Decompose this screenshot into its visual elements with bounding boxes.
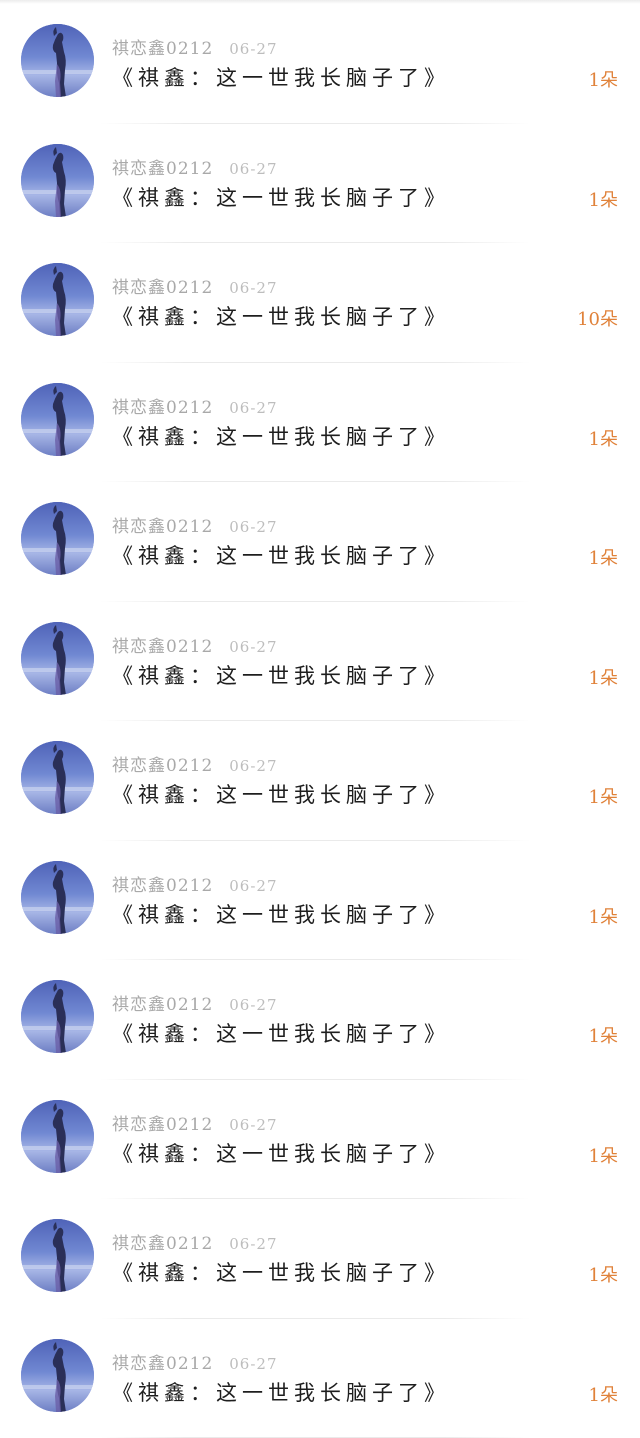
avatar-photo-icon bbox=[21, 144, 94, 217]
gift-count: 1朵 bbox=[589, 1142, 618, 1168]
comment-row[interactable]: 祺恋鑫0212 06-27 《祺鑫：这一世我长脑子了》 1朵 bbox=[0, 602, 640, 722]
gift-count: 1朵 bbox=[589, 544, 618, 570]
comment-row[interactable]: 祺恋鑫0212 06-27 《祺鑫：这一世我长脑子了》 1朵 bbox=[0, 960, 640, 1080]
comment-meta: 祺恋鑫0212 06-27 bbox=[112, 632, 278, 657]
comment-date: 06-27 bbox=[229, 1355, 277, 1373]
comment-meta: 祺恋鑫0212 06-27 bbox=[112, 1349, 278, 1374]
avatar[interactable] bbox=[21, 263, 94, 336]
avatar-photo-icon bbox=[21, 861, 94, 934]
comment-row[interactable]: 祺恋鑫0212 06-27 《祺鑫：这一世我长脑子了》 1朵 bbox=[0, 721, 640, 841]
comment-title[interactable]: 《祺鑫：这一世我长脑子了》 bbox=[112, 62, 450, 92]
comment-date: 06-27 bbox=[229, 877, 277, 895]
comment-row[interactable]: 祺恋鑫0212 06-27 《祺鑫：这一世我长脑子了》 1朵 bbox=[0, 841, 640, 961]
comment-title[interactable]: 《祺鑫：这一世我长脑子了》 bbox=[112, 540, 450, 570]
comment-title[interactable]: 《祺鑫：这一世我长脑子了》 bbox=[112, 1257, 450, 1287]
avatar[interactable] bbox=[21, 383, 94, 456]
comment-meta: 祺恋鑫0212 06-27 bbox=[112, 871, 278, 896]
comment-row[interactable]: 祺恋鑫0212 06-27 《祺鑫：这一世我长脑子了》 1朵 bbox=[0, 1080, 640, 1200]
username[interactable]: 祺恋鑫0212 bbox=[112, 517, 213, 537]
comment-date: 06-27 bbox=[229, 1235, 277, 1253]
comment-title[interactable]: 《祺鑫：这一世我长脑子了》 bbox=[112, 779, 450, 809]
comment-meta: 祺恋鑫0212 06-27 bbox=[112, 1110, 278, 1135]
comment-meta: 祺恋鑫0212 06-27 bbox=[112, 273, 278, 298]
comment-row[interactable]: 祺恋鑫0212 06-27 《祺鑫：这一世我长脑子了》 1朵 bbox=[0, 363, 640, 483]
comment-title[interactable]: 《祺鑫：这一世我长脑子了》 bbox=[112, 899, 450, 929]
comment-date: 06-27 bbox=[229, 638, 277, 656]
gift-count: 1朵 bbox=[589, 425, 618, 451]
username[interactable]: 祺恋鑫0212 bbox=[112, 995, 213, 1015]
comment-date: 06-27 bbox=[229, 40, 277, 58]
comment-date: 06-27 bbox=[229, 1116, 277, 1134]
gift-count: 1朵 bbox=[589, 783, 618, 809]
comment-meta: 祺恋鑫0212 06-27 bbox=[112, 512, 278, 537]
comment-row[interactable]: 祺恋鑫0212 06-27 《祺鑫：这一世我长脑子了》 1朵 bbox=[0, 4, 640, 124]
avatar-photo-icon bbox=[21, 1339, 94, 1412]
username[interactable]: 祺恋鑫0212 bbox=[112, 876, 213, 896]
comment-row[interactable]: 祺恋鑫0212 06-27 《祺鑫：这一世我长脑子了》 1朵 bbox=[0, 482, 640, 602]
avatar-photo-icon bbox=[21, 741, 94, 814]
gift-count: 1朵 bbox=[589, 186, 618, 212]
avatar-photo-icon bbox=[21, 24, 94, 97]
comment-title[interactable]: 《祺鑫：这一世我长脑子了》 bbox=[112, 182, 450, 212]
comment-date: 06-27 bbox=[229, 399, 277, 417]
avatar-photo-icon bbox=[21, 1100, 94, 1173]
comment-title[interactable]: 《祺鑫：这一世我长脑子了》 bbox=[112, 1018, 450, 1048]
username[interactable]: 祺恋鑫0212 bbox=[112, 159, 213, 179]
username[interactable]: 祺恋鑫0212 bbox=[112, 39, 213, 59]
comment-meta: 祺恋鑫0212 06-27 bbox=[112, 751, 278, 776]
gift-count: 1朵 bbox=[589, 66, 618, 92]
comment-date: 06-27 bbox=[229, 518, 277, 536]
avatar-photo-icon bbox=[21, 502, 94, 575]
avatar[interactable] bbox=[21, 741, 94, 814]
gift-count: 1朵 bbox=[589, 1261, 618, 1287]
comment-title[interactable]: 《祺鑫：这一世我长脑子了》 bbox=[112, 1377, 450, 1407]
comment-title[interactable]: 《祺鑫：这一世我长脑子了》 bbox=[112, 1138, 450, 1168]
avatar-photo-icon bbox=[21, 980, 94, 1053]
comment-list: 祺恋鑫0212 06-27 《祺鑫：这一世我长脑子了》 1朵 bbox=[0, 4, 640, 1438]
gift-count: 1朵 bbox=[589, 1022, 618, 1048]
username[interactable]: 祺恋鑫0212 bbox=[112, 637, 213, 657]
username[interactable]: 祺恋鑫0212 bbox=[112, 1234, 213, 1254]
comment-date: 06-27 bbox=[229, 160, 277, 178]
comment-row[interactable]: 祺恋鑫0212 06-27 《祺鑫：这一世我长脑子了》 1朵 bbox=[0, 1199, 640, 1319]
gift-count: 10朵 bbox=[577, 305, 618, 331]
comment-date: 06-27 bbox=[229, 279, 277, 297]
comment-title[interactable]: 《祺鑫：这一世我长脑子了》 bbox=[112, 301, 450, 331]
comment-row[interactable]: 祺恋鑫0212 06-27 《祺鑫：这一世我长脑子了》 1朵 bbox=[0, 124, 640, 244]
avatar[interactable] bbox=[21, 1100, 94, 1173]
username[interactable]: 祺恋鑫0212 bbox=[112, 1354, 213, 1374]
avatar-photo-icon bbox=[21, 1219, 94, 1292]
gift-count: 1朵 bbox=[589, 903, 618, 929]
comment-meta: 祺恋鑫0212 06-27 bbox=[112, 990, 278, 1015]
avatar[interactable] bbox=[21, 24, 94, 97]
username[interactable]: 祺恋鑫0212 bbox=[112, 398, 213, 418]
username[interactable]: 祺恋鑫0212 bbox=[112, 278, 213, 298]
avatar[interactable] bbox=[21, 1339, 94, 1412]
comment-date: 06-27 bbox=[229, 757, 277, 775]
avatar-photo-icon bbox=[21, 383, 94, 456]
gift-count: 1朵 bbox=[589, 1381, 618, 1407]
comment-title[interactable]: 《祺鑫：这一世我长脑子了》 bbox=[112, 421, 450, 451]
avatar[interactable] bbox=[21, 622, 94, 695]
username[interactable]: 祺恋鑫0212 bbox=[112, 756, 213, 776]
gift-count: 1朵 bbox=[589, 664, 618, 690]
comment-row[interactable]: 祺恋鑫0212 06-27 《祺鑫：这一世我长脑子了》 1朵 bbox=[0, 1319, 640, 1438]
comment-meta: 祺恋鑫0212 06-27 bbox=[112, 393, 278, 418]
comment-title[interactable]: 《祺鑫：这一世我长脑子了》 bbox=[112, 660, 450, 690]
comment-date: 06-27 bbox=[229, 996, 277, 1014]
avatar[interactable] bbox=[21, 502, 94, 575]
avatar-photo-icon bbox=[21, 263, 94, 336]
comment-meta: 祺恋鑫0212 06-27 bbox=[112, 1229, 278, 1254]
comment-meta: 祺恋鑫0212 06-27 bbox=[112, 154, 278, 179]
comment-meta: 祺恋鑫0212 06-27 bbox=[112, 34, 278, 59]
comment-row[interactable]: 祺恋鑫0212 06-27 《祺鑫：这一世我长脑子了》 10朵 bbox=[0, 243, 640, 363]
username[interactable]: 祺恋鑫0212 bbox=[112, 1115, 213, 1135]
avatar-photo-icon bbox=[21, 622, 94, 695]
avatar[interactable] bbox=[21, 861, 94, 934]
avatar[interactable] bbox=[21, 980, 94, 1053]
avatar[interactable] bbox=[21, 144, 94, 217]
avatar[interactable] bbox=[21, 1219, 94, 1292]
